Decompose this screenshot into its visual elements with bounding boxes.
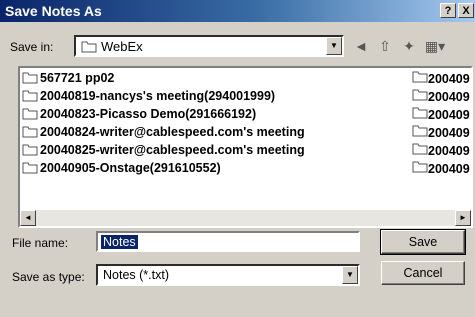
cancel-button[interactable]: Cancel <box>381 261 465 285</box>
folder-icon <box>22 125 38 143</box>
save-as-type-dropdown[interactable]: Notes (*.txt) ▼ <box>96 264 360 286</box>
list-item[interactable]: 200409 <box>412 124 470 141</box>
list-item-label: 20040819-nancys's meeting(294001999) <box>40 89 276 103</box>
list-item-label: 567721 pp02 <box>40 71 115 85</box>
list-item-label: 20040905-Onstage(291610552) <box>40 161 221 175</box>
list-item-label: 200409 <box>428 162 470 176</box>
list-item[interactable]: 20040825-writer@cablespeed.com's meeting <box>22 142 305 159</box>
folder-icon <box>22 161 38 179</box>
save-as-type-label: Save as type: <box>12 270 85 284</box>
window-title: Save Notes As <box>5 3 102 19</box>
chevron-down-icon[interactable]: ▼ <box>342 266 358 284</box>
up-folder-icon[interactable]: ⇧ <box>374 36 396 56</box>
list-item-label: 200409 <box>428 144 470 158</box>
list-item[interactable]: 200409 <box>412 160 470 177</box>
folder-icon <box>81 40 97 56</box>
folder-icon <box>412 107 428 122</box>
list-item-label: 200409 <box>428 126 470 140</box>
views-menu-icon[interactable]: ▦▾ <box>420 36 450 56</box>
folder-icon <box>412 89 428 104</box>
horizontal-scrollbar[interactable]: ◄ ► <box>20 210 471 226</box>
save-in-value: WebEx <box>101 39 143 54</box>
save-in-label: Save in: <box>10 40 54 54</box>
folder-icon <box>412 71 428 86</box>
folder-icon <box>412 143 428 158</box>
folder-icon <box>22 143 38 161</box>
file-name-label: File name: <box>12 236 69 250</box>
list-item-label: 20040825-writer@cablespeed.com's meeting <box>40 143 305 157</box>
scroll-right-icon[interactable]: ► <box>455 210 471 226</box>
list-item-label: 200409 <box>428 108 470 122</box>
help-button[interactable]: ? <box>440 3 456 18</box>
scroll-left-icon[interactable]: ◄ <box>20 210 36 226</box>
folder-icon <box>412 125 428 140</box>
list-item[interactable]: 200409 <box>412 142 470 159</box>
folder-icon <box>412 161 428 176</box>
list-item[interactable]: 20040905-Onstage(291610552) <box>22 160 221 177</box>
list-item[interactable]: 20040819-nancys's meeting(294001999) <box>22 88 275 105</box>
list-item[interactable]: 20040824-writer@cablespeed.com's meeting <box>22 124 305 141</box>
save-in-dropdown[interactable]: WebEx ▼ <box>74 35 344 57</box>
file-name-value: Notes <box>101 235 138 249</box>
list-item[interactable]: 200409 <box>412 88 470 105</box>
file-name-input[interactable]: Notes <box>96 231 360 252</box>
list-item-label: 20040823-Picasso Demo(291666192) <box>40 107 257 121</box>
list-item-label: 20040824-writer@cablespeed.com's meeting <box>40 125 305 139</box>
new-folder-icon[interactable]: ✦ <box>398 36 420 56</box>
folder-icon <box>22 89 38 107</box>
list-item-label: 200409 <box>428 90 470 104</box>
back-arrow-icon[interactable]: ◄ <box>350 36 372 56</box>
list-item[interactable]: 20040823-Picasso Demo(291666192) <box>22 106 256 123</box>
title-bar: Save Notes As ? X <box>0 0 475 22</box>
list-item-label: 200409 <box>428 72 470 86</box>
list-item[interactable]: 200409 <box>412 106 470 123</box>
save-button[interactable]: Save <box>380 229 466 255</box>
save-as-type-value: Notes (*.txt) <box>103 268 169 282</box>
file-list[interactable]: 567721 pp02 20040819-nancys's meeting(29… <box>18 66 473 228</box>
list-item[interactable]: 200409 <box>412 70 470 87</box>
folder-icon <box>22 107 38 125</box>
list-item[interactable]: 567721 pp02 <box>22 70 114 87</box>
folder-icon <box>22 71 38 89</box>
close-button[interactable]: X <box>458 3 474 18</box>
chevron-down-icon[interactable]: ▼ <box>326 37 342 55</box>
